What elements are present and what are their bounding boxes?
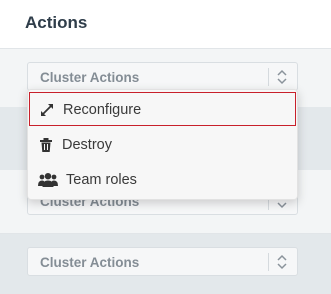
menu-item-label: Reconfigure [63, 102, 142, 118]
expand-arrows-icon [41, 104, 53, 116]
menu-item-team-roles[interactable]: Team roles [29, 163, 296, 197]
menu-item-label: Team roles [66, 172, 137, 188]
trash-icon [40, 138, 52, 152]
cluster-actions-select[interactable]: Cluster Actions [27, 62, 298, 91]
cluster-actions-select[interactable]: Cluster Actions [27, 247, 298, 276]
select-divider [268, 253, 269, 271]
cluster-actions-menu: Reconfigure Destroy Team roles [27, 89, 298, 200]
menu-item-destroy[interactable]: Destroy [29, 128, 296, 162]
menu-item-label: Destroy [62, 137, 112, 153]
page-title: Actions [25, 13, 88, 32]
menu-item-reconfigure[interactable]: Reconfigure [29, 92, 296, 126]
select-label: Cluster Actions [40, 70, 140, 85]
chevron-up-down-icon [277, 69, 287, 85]
chevron-up-down-icon [277, 254, 287, 270]
select-label: Cluster Actions [40, 255, 140, 270]
users-icon [38, 173, 58, 187]
actions-header: Actions [0, 0, 331, 49]
select-divider [268, 68, 269, 86]
